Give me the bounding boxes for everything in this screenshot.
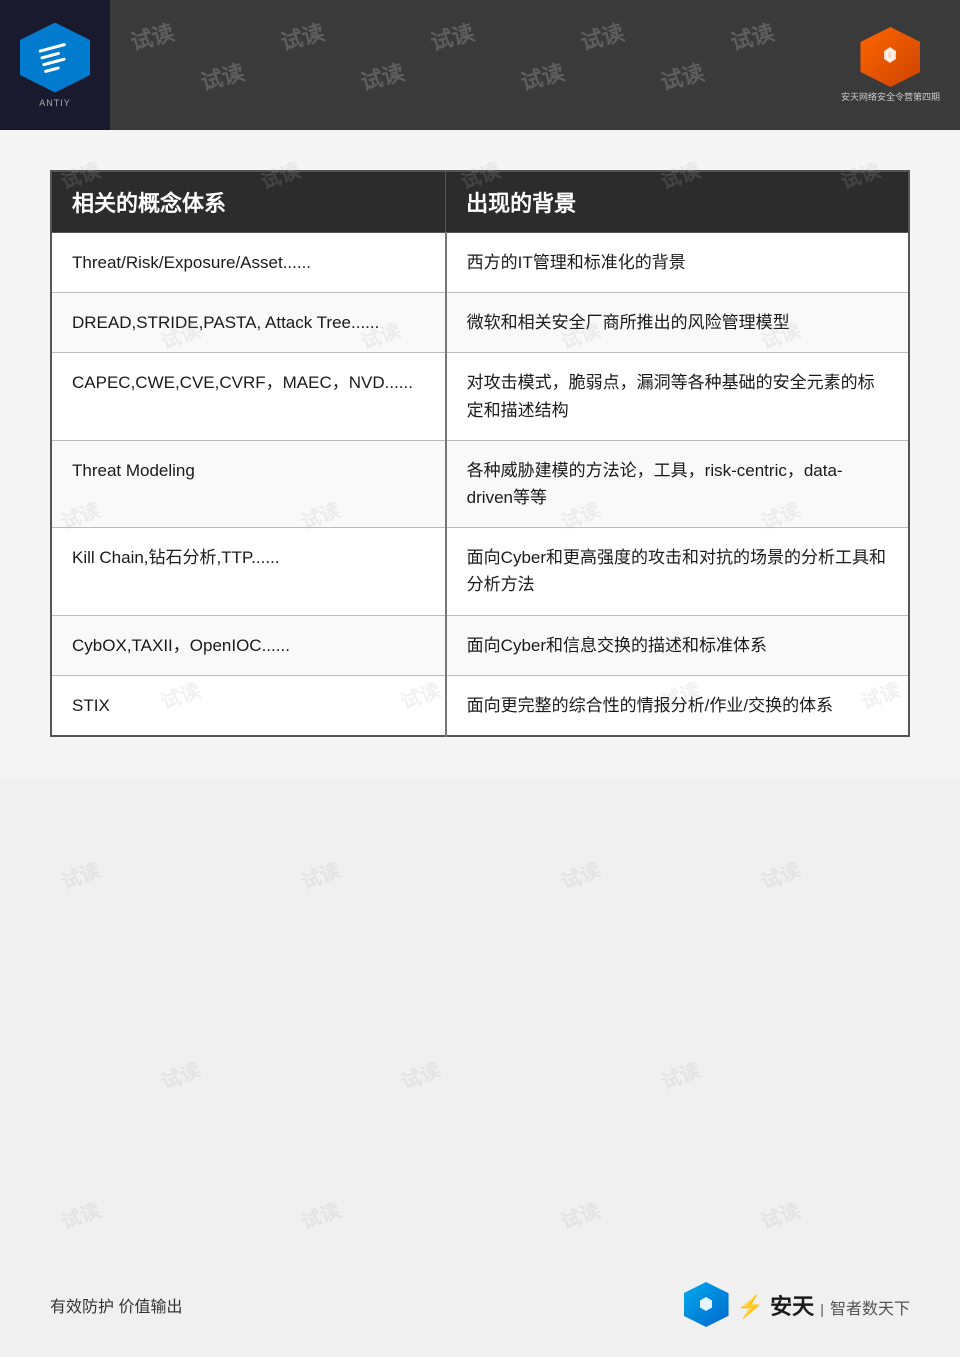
logo-line-4	[44, 66, 60, 73]
header-wm-1: 试读	[127, 15, 178, 57]
header-wm-2: 试读	[277, 15, 328, 57]
main-content: 相关的概念体系 出现的背景 Threat/Risk/Exposure/Asset…	[0, 130, 960, 777]
table-cell-col2: 西方的IT管理和标准化的背景	[446, 233, 909, 293]
table-cell-col2: 面向更完整的综合性的情报分析/作业/交换的体系	[446, 675, 909, 736]
header-right-icon	[860, 27, 920, 87]
page-watermark-19: 试读	[556, 854, 604, 895]
header-wm-4: 试读	[577, 15, 628, 57]
header-watermarks: 试读 试读 试读 试读 试读 试读 试读 试读 试读	[0, 0, 960, 130]
table-cell-col2: 面向Cyber和信息交换的描述和标准体系	[446, 615, 909, 675]
footer-brand-subtext: 智者数天下	[830, 1301, 910, 1318]
col1-header: 相关的概念体系	[51, 171, 446, 233]
table-row: Kill Chain,钻石分析,TTP......面向Cyber和更高强度的攻击…	[51, 528, 909, 615]
table-row: CAPEC,CWE,CVE,CVRF，MAEC，NVD......对攻击模式，脆…	[51, 353, 909, 440]
footer-left-text: 有效防护 价值输出	[50, 1293, 182, 1317]
table-cell-col2: 各种威胁建模的方法论，工具，risk-centric，data-driven等等	[446, 440, 909, 527]
table-row: Threat/Risk/Exposure/Asset......西方的IT管理和…	[51, 233, 909, 293]
footer-brand-name: 安天	[770, 1294, 814, 1319]
table-cell-col1: Kill Chain,钻石分析,TTP......	[51, 528, 446, 615]
page-watermark-21: 试读	[156, 1054, 204, 1095]
footer-logo-icon	[684, 1282, 729, 1327]
table-cell-col2: 微软和相关安全厂商所推出的风险管理模型	[446, 293, 909, 353]
table-cell-col2: 面向Cyber和更高强度的攻击和对抗的场景的分析工具和分析方法	[446, 528, 909, 615]
logo-lines	[38, 42, 71, 72]
header-wm-9: 试读	[657, 55, 708, 97]
footer: 有效防护 价值输出 ⚡ 安天 | 智者数天下	[0, 1282, 960, 1327]
logo-box: ANTIY	[0, 0, 110, 130]
table-header-row: 相关的概念体系 出现的背景	[51, 171, 909, 233]
header-right-logo: 安天网络安全令营第四期	[841, 27, 940, 103]
table-row: Threat Modeling各种威胁建模的方法论，工具，risk-centri…	[51, 440, 909, 527]
page-watermark-25: 试读	[296, 1194, 344, 1235]
header-wm-8: 试读	[517, 55, 568, 97]
footer-brand: ⚡ 安天 | 智者数天下	[737, 1294, 910, 1319]
page-watermark-18: 试读	[296, 854, 344, 895]
page-watermark-20: 试读	[756, 854, 804, 895]
col2-header: 出现的背景	[446, 171, 909, 233]
table-cell-col1: Threat/Risk/Exposure/Asset......	[51, 233, 446, 293]
table-cell-col1: DREAD,STRIDE,PASTA, Attack Tree......	[51, 293, 446, 353]
logo-line-1	[38, 42, 66, 52]
table-row: STIX面向更完整的综合性的情报分析/作业/交换的体系	[51, 675, 909, 736]
header-right-svg	[876, 43, 904, 71]
footer-logo-svg	[695, 1294, 717, 1316]
header-wm-7: 试读	[357, 55, 408, 97]
logo-hexagon	[20, 23, 90, 93]
page-watermark-24: 试读	[56, 1194, 104, 1235]
footer-brand-separator: |	[820, 1301, 824, 1317]
table-row: DREAD,STRIDE,PASTA, Attack Tree......微软和…	[51, 293, 909, 353]
data-table: 相关的概念体系 出现的背景 Threat/Risk/Exposure/Asset…	[50, 170, 910, 737]
header-wm-6: 试读	[197, 55, 248, 97]
table-row: CybOX,TAXII，OpenIOC......面向Cyber和信息交换的描述…	[51, 615, 909, 675]
footer-right-logo: ⚡ 安天 | 智者数天下	[684, 1282, 910, 1327]
header-right-label: 安天网络安全令营第四期	[841, 90, 940, 103]
page-watermark-17: 试读	[56, 854, 104, 895]
page-watermark-22: 试读	[396, 1054, 444, 1095]
table-cell-col2: 对攻击模式，脆弱点，漏洞等各种基础的安全元素的标定和描述结构	[446, 353, 909, 440]
footer-brand-icon: ⚡	[737, 1294, 764, 1319]
header-wm-3: 试读	[427, 15, 478, 57]
footer-brand-container: ⚡ 安天 | 智者数天下	[737, 1289, 910, 1321]
table-cell-col1: CybOX,TAXII，OpenIOC......	[51, 615, 446, 675]
table-cell-col1: CAPEC,CWE,CVE,CVRF，MAEC，NVD......	[51, 353, 446, 440]
page-watermark-27: 试读	[756, 1194, 804, 1235]
table-cell-col1: Threat Modeling	[51, 440, 446, 527]
logo-text: ANTIY	[39, 98, 71, 108]
table-cell-col1: STIX	[51, 675, 446, 736]
page-watermark-26: 试读	[556, 1194, 604, 1235]
page-watermark-23: 试读	[656, 1054, 704, 1095]
header: 试读 试读 试读 试读 试读 试读 试读 试读 试读 ANTIY 安天网络安	[0, 0, 960, 130]
header-wm-5: 试读	[727, 15, 778, 57]
logo-line-2	[40, 51, 60, 59]
